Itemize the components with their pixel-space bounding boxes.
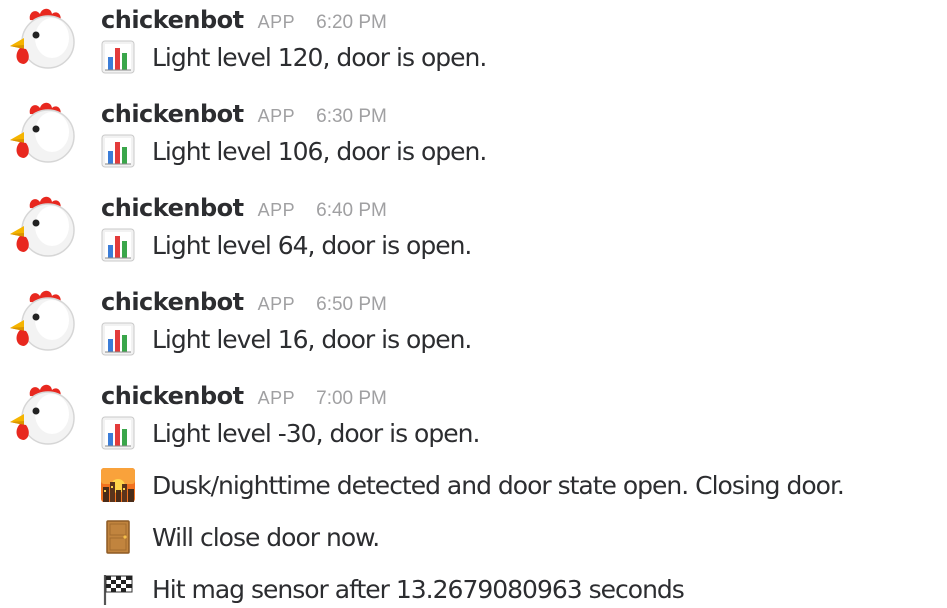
- message-header: chickenbot APP 6:30 PM: [101, 100, 387, 130]
- message-line: Will close door now.: [101, 520, 380, 554]
- timestamp[interactable]: 6:40 PM: [316, 200, 387, 222]
- app-badge: APP: [257, 106, 296, 126]
- message-text: Hit mag sensor after 13.2679080963 secon…: [152, 574, 685, 604]
- app-badge: APP: [257, 388, 296, 408]
- message-header: chickenbot APP 6:40 PM: [101, 194, 387, 224]
- message-text: Dusk/nighttime detected and door state o…: [152, 470, 845, 500]
- username[interactable]: chickenbot: [101, 100, 244, 128]
- timestamp[interactable]: 6:30 PM: [316, 106, 387, 128]
- app-badge: APP: [257, 294, 296, 314]
- app-badge: APP: [257, 12, 296, 32]
- bar-chart-icon: [101, 322, 135, 356]
- message-line: Light level 120, door is open.: [101, 40, 487, 74]
- message-line: Light level 16, door is open.: [101, 322, 472, 356]
- message-header: chickenbot APP 6:50 PM: [101, 288, 387, 318]
- message-line: Light level -30, door is open.: [101, 416, 480, 450]
- message-header: chickenbot APP 7:00 PM: [101, 382, 387, 412]
- chicken-avatar-icon[interactable]: [6, 4, 76, 74]
- bar-chart-icon: [101, 40, 135, 74]
- username[interactable]: chickenbot: [101, 194, 244, 222]
- timestamp[interactable]: 6:20 PM: [316, 12, 387, 34]
- message-line: Light level 64, door is open.: [101, 228, 472, 262]
- chicken-avatar-icon[interactable]: [6, 98, 76, 168]
- message-text: Light level -30, door is open.: [152, 418, 480, 448]
- chicken-avatar-icon[interactable]: [6, 192, 76, 262]
- message-line: Dusk/nighttime detected and door state o…: [101, 468, 845, 502]
- bar-chart-icon: [101, 134, 135, 168]
- checkered-flag-icon: [101, 572, 135, 606]
- bar-chart-icon: [101, 228, 135, 262]
- app-badge: APP: [257, 200, 296, 220]
- message-text: Light level 120, door is open.: [152, 42, 487, 72]
- message-text: Will close door now.: [152, 522, 380, 552]
- message-text: Light level 106, door is open.: [152, 136, 487, 166]
- chicken-avatar-icon[interactable]: [6, 380, 76, 450]
- username[interactable]: chickenbot: [101, 382, 244, 410]
- timestamp[interactable]: 7:00 PM: [316, 388, 387, 410]
- door-icon: [101, 520, 135, 554]
- username[interactable]: chickenbot: [101, 6, 244, 34]
- message-line: Light level 106, door is open.: [101, 134, 487, 168]
- timestamp[interactable]: 6:50 PM: [316, 294, 387, 316]
- username[interactable]: chickenbot: [101, 288, 244, 316]
- chicken-avatar-icon[interactable]: [6, 286, 76, 356]
- city-sunset-icon: [101, 468, 135, 502]
- message-text: Light level 16, door is open.: [152, 324, 472, 354]
- message-text: Light level 64, door is open.: [152, 230, 472, 260]
- message-header: chickenbot APP 6:20 PM: [101, 6, 387, 36]
- bar-chart-icon: [101, 416, 135, 450]
- message-line: Hit mag sensor after 13.2679080963 secon…: [101, 572, 685, 606]
